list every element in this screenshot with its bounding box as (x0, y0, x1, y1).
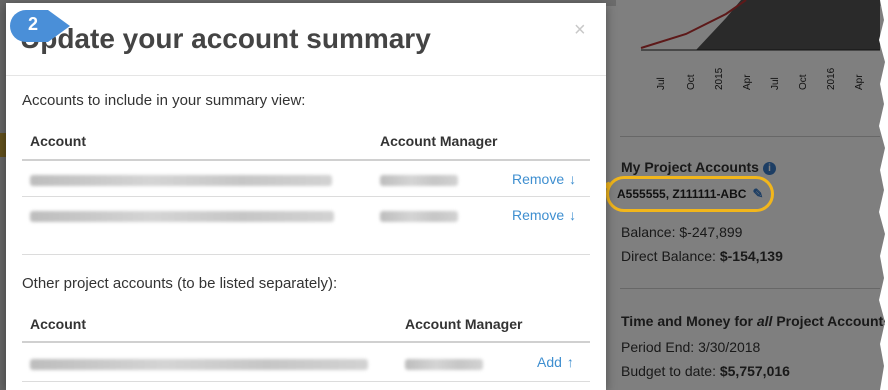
other-col-account: Account (30, 316, 86, 332)
manager-name-redacted (380, 211, 458, 222)
included-col-manager: Account Manager (380, 133, 498, 149)
direct-balance-line: Direct Balance: $-154,139 (621, 248, 783, 264)
other-head-rule (22, 341, 590, 343)
balance-chart: Jul Oct 2015 Apr Jul Oct 2016 Apr (616, 0, 880, 90)
panel-divider-2 (620, 288, 880, 289)
chart-tick-label: Jul (656, 77, 667, 90)
chart-tick-label: Jul (770, 77, 781, 90)
close-icon[interactable]: × (574, 19, 586, 42)
time-money-heading: Time and Money for all Project Accounts (621, 313, 888, 329)
remove-button[interactable]: Remove ↓ (512, 171, 576, 187)
arrow-down-icon: ↓ (569, 207, 577, 223)
account-name-redacted (30, 175, 332, 186)
torn-edge (879, 0, 888, 390)
other-section-label: Other project accounts (to be listed sep… (22, 275, 338, 292)
my-project-accounts-heading: My Project Accounts i (621, 159, 776, 175)
manager-name-redacted (380, 175, 458, 186)
manager-name-redacted (405, 359, 483, 370)
row-rule (22, 196, 590, 197)
chart-svg (616, 0, 880, 51)
modal-header-divider (6, 75, 606, 76)
chart-tick-label: 2015 (714, 67, 725, 90)
chart-tick-label: Apr (854, 74, 865, 90)
included-col-account: Account (30, 133, 86, 149)
row-rule (22, 381, 590, 382)
budget-line: Budget to date: $5,757,016 (621, 363, 790, 379)
info-icon[interactable]: i (762, 162, 776, 175)
chart-tick-label: Oct (686, 74, 697, 90)
account-name-redacted (30, 211, 334, 222)
other-col-manager: Account Manager (405, 316, 523, 332)
modal-title: Update your account summary (20, 23, 431, 54)
chart-tick-label: Oct (798, 74, 809, 90)
step-badge: 2 (10, 10, 70, 42)
account-name-redacted (30, 359, 368, 370)
chart-tick-label: Apr (742, 74, 753, 90)
arrow-down-icon: ↓ (569, 171, 577, 187)
remove-button[interactable]: Remove ↓ (512, 207, 576, 223)
section-divider (22, 254, 590, 255)
period-end-line: Period End: 3/30/2018 (621, 339, 761, 355)
included-head-rule (22, 159, 590, 161)
highlight-ring (606, 176, 774, 212)
included-section-label: Accounts to include in your summary view… (22, 92, 306, 109)
add-button[interactable]: Add ↑ (537, 354, 574, 370)
balance-line: Balance: $-247,899 (621, 224, 743, 240)
chart-tick-label: 2016 (826, 67, 837, 90)
step-badge-shape (10, 10, 70, 42)
step-number: 2 (28, 14, 39, 34)
arrow-up-icon: ↑ (566, 354, 574, 370)
account-summary-modal: Update your account summary × Accounts t… (6, 3, 606, 390)
panel-divider-1 (620, 136, 880, 137)
